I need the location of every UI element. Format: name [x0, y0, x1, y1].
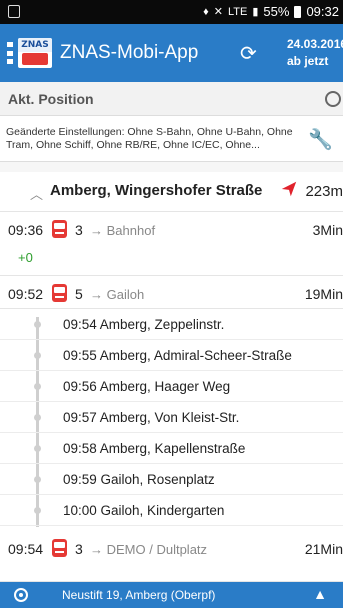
departure-row[interactable]: 09:54 3 → DEMO / Dultplatz 21Min	[0, 531, 343, 582]
stop-item-text: 09:58 Amberg, Kapellenstraße	[63, 441, 246, 456]
destination-name: Gailoh	[106, 287, 145, 302]
network-label: LTE	[228, 5, 248, 18]
stop-item-text: 09:57 Amberg, Von Kleist-Str.	[63, 410, 240, 425]
app-logo-text: ZNAS	[18, 38, 52, 52]
current-address: Neustift 19, Amberg (Oberpf)	[62, 588, 216, 602]
clock: 09:32	[306, 4, 339, 19]
destination: → Gailoh	[90, 287, 145, 302]
status-bar: ♦ ✕ LTE ▮ 55% 09:32	[0, 0, 343, 24]
bus-icon	[52, 220, 67, 238]
departure-time: 09:54	[8, 541, 44, 557]
refresh-icon[interactable]: ⟳	[240, 41, 257, 66]
stop-item-text: 09:59 Gailoh, Rosenplatz	[63, 472, 215, 487]
navigation-arrow-icon	[281, 181, 297, 197]
timeline-dot	[34, 352, 41, 359]
stop-name: Amberg, Wingershofer Straße	[50, 182, 263, 199]
intermediate-stops: 09:54 Amberg, Zeppelinstr. 09:55 Amberg,…	[0, 309, 343, 531]
list-item[interactable]: 09:59 Gailoh, Rosenplatz	[0, 464, 343, 495]
battery-percent: 55%	[263, 4, 290, 19]
settings-row[interactable]: Geänderte Einstellungen: Ohne S-Bahn, Oh…	[0, 116, 343, 162]
mute-icon: ✕	[213, 6, 223, 18]
date-selector[interactable]: 24.03.2016 ab jetzt	[287, 36, 343, 70]
destination: → DEMO / Dultplatz	[90, 542, 208, 557]
list-item[interactable]: 10:00 Gailoh, Kindergarten	[0, 495, 343, 526]
minutes-remaining: 19Min	[304, 286, 343, 302]
signal-icon: ▮	[252, 6, 259, 18]
list-item[interactable]: 09:54 Amberg, Zeppelinstr.	[0, 309, 343, 340]
delay: +0	[18, 250, 33, 265]
date-value: 24.03.2016	[287, 37, 343, 51]
collapse-chevron-icon[interactable]: ︿	[30, 184, 43, 203]
screenshot-icon	[8, 5, 20, 18]
location-icon[interactable]	[14, 588, 28, 602]
list-item[interactable]: 09:56 Amberg, Haager Weg	[0, 371, 343, 402]
destination: → Bahnhof	[90, 223, 156, 238]
bus-icon	[52, 284, 67, 302]
logo-bus-icon	[22, 53, 48, 65]
bus-icon	[52, 539, 67, 557]
destination-name: Bahnhof	[106, 223, 156, 238]
timeline-dot	[34, 383, 41, 390]
line-number: 3	[75, 541, 83, 557]
stop-item-text: 10:00 Gailoh, Kindergarten	[63, 503, 225, 518]
app-logo: ZNAS	[18, 38, 52, 68]
line-number: 5	[75, 286, 83, 302]
list-item[interactable]: 09:55 Amberg, Admiral-Scheer-Straße	[0, 340, 343, 371]
timeline-dot	[34, 321, 41, 328]
app-title: ZNAS-Mobi-App	[60, 42, 199, 63]
minutes-remaining: 21Min	[304, 541, 343, 557]
destination-name: DEMO / Dultplatz	[106, 542, 208, 557]
position-label: Akt. Position	[8, 91, 94, 107]
departure-row[interactable]: 09:52 5 → Gailoh 19Min	[0, 276, 343, 309]
line-number: 3	[75, 222, 83, 238]
stop-item-text: 09:56 Amberg, Haager Weg	[63, 379, 231, 394]
location-pin-icon: ♦	[203, 5, 209, 18]
timeline-dot	[34, 476, 41, 483]
menu-icon[interactable]	[7, 42, 13, 64]
departure-time: 09:52	[8, 286, 44, 302]
app-bar: ZNAS ZNAS-Mobi-App ⟳ 24.03.2016 ab jetzt	[0, 24, 343, 82]
stop-header[interactable]: ︿ Amberg, Wingershofer Straße 223m	[0, 172, 343, 212]
minutes-remaining: 3Min	[312, 222, 343, 238]
section-gap	[0, 162, 343, 172]
timeline-dot	[34, 445, 41, 452]
bottom-location-bar[interactable]: Neustift 19, Amberg (Oberpf) ▲	[0, 582, 343, 608]
stop-item-text: 09:55 Amberg, Admiral-Scheer-Straße	[63, 348, 292, 363]
target-icon[interactable]	[325, 91, 341, 107]
departure-row[interactable]: 09:36 3 → Bahnhof 3Min +0	[0, 212, 343, 276]
position-row[interactable]: Akt. Position	[0, 82, 343, 116]
list-item[interactable]: 09:58 Amberg, Kapellenstraße	[0, 433, 343, 464]
settings-text: Geänderte Einstellungen: Ohne S-Bahn, Oh…	[6, 126, 293, 151]
departure-time: 09:36	[8, 222, 44, 238]
timeline-dot	[34, 507, 41, 514]
battery-icon	[294, 5, 302, 18]
list-item[interactable]: 09:57 Amberg, Von Kleist-Str.	[0, 402, 343, 433]
date-sub: ab jetzt	[287, 54, 329, 68]
chevron-up-icon[interactable]: ▲	[313, 586, 327, 602]
status-bar-right: ♦ ✕ LTE ▮ 55% 09:32	[203, 4, 339, 19]
timeline-dot	[34, 414, 41, 421]
stop-item-text: 09:54 Amberg, Zeppelinstr.	[63, 317, 225, 332]
stop-distance: 223m	[305, 183, 343, 200]
wrench-icon[interactable]: 🔧	[308, 127, 333, 152]
